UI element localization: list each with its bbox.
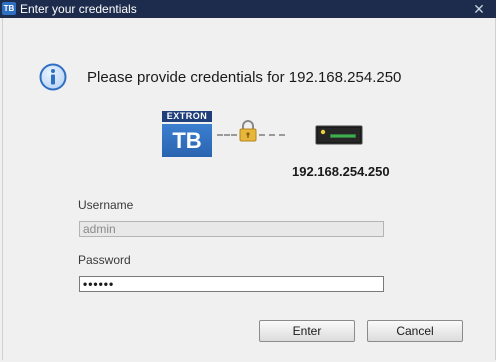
logo-brand: EXTRON (162, 111, 212, 122)
connection-line-right (259, 134, 285, 136)
title-bar: TB Enter your credentials ✕ (0, 0, 496, 18)
window-title: Enter your credentials (20, 2, 137, 16)
lock-icon (239, 120, 257, 142)
password-label: Password (78, 253, 131, 267)
device-ip: 192.168.254.250 (292, 164, 390, 179)
info-icon (39, 63, 67, 91)
extron-tb-logo: EXTRON TB (162, 111, 212, 157)
device-icon (315, 125, 363, 145)
close-icon[interactable]: ✕ (462, 0, 496, 18)
connection-line-left (217, 134, 237, 136)
logo-tb: TB (162, 124, 212, 157)
credentials-prompt: Please provide credentials for 192.168.2… (87, 69, 402, 86)
password-field[interactable]: •••••• (79, 276, 384, 292)
enter-button[interactable]: Enter (259, 320, 355, 342)
username-field[interactable]: admin (79, 221, 384, 237)
dialog-body: Please provide credentials for 192.168.2… (2, 18, 496, 360)
cancel-button[interactable]: Cancel (367, 320, 463, 342)
app-icon: TB (2, 2, 16, 15)
username-label: Username (78, 198, 134, 212)
